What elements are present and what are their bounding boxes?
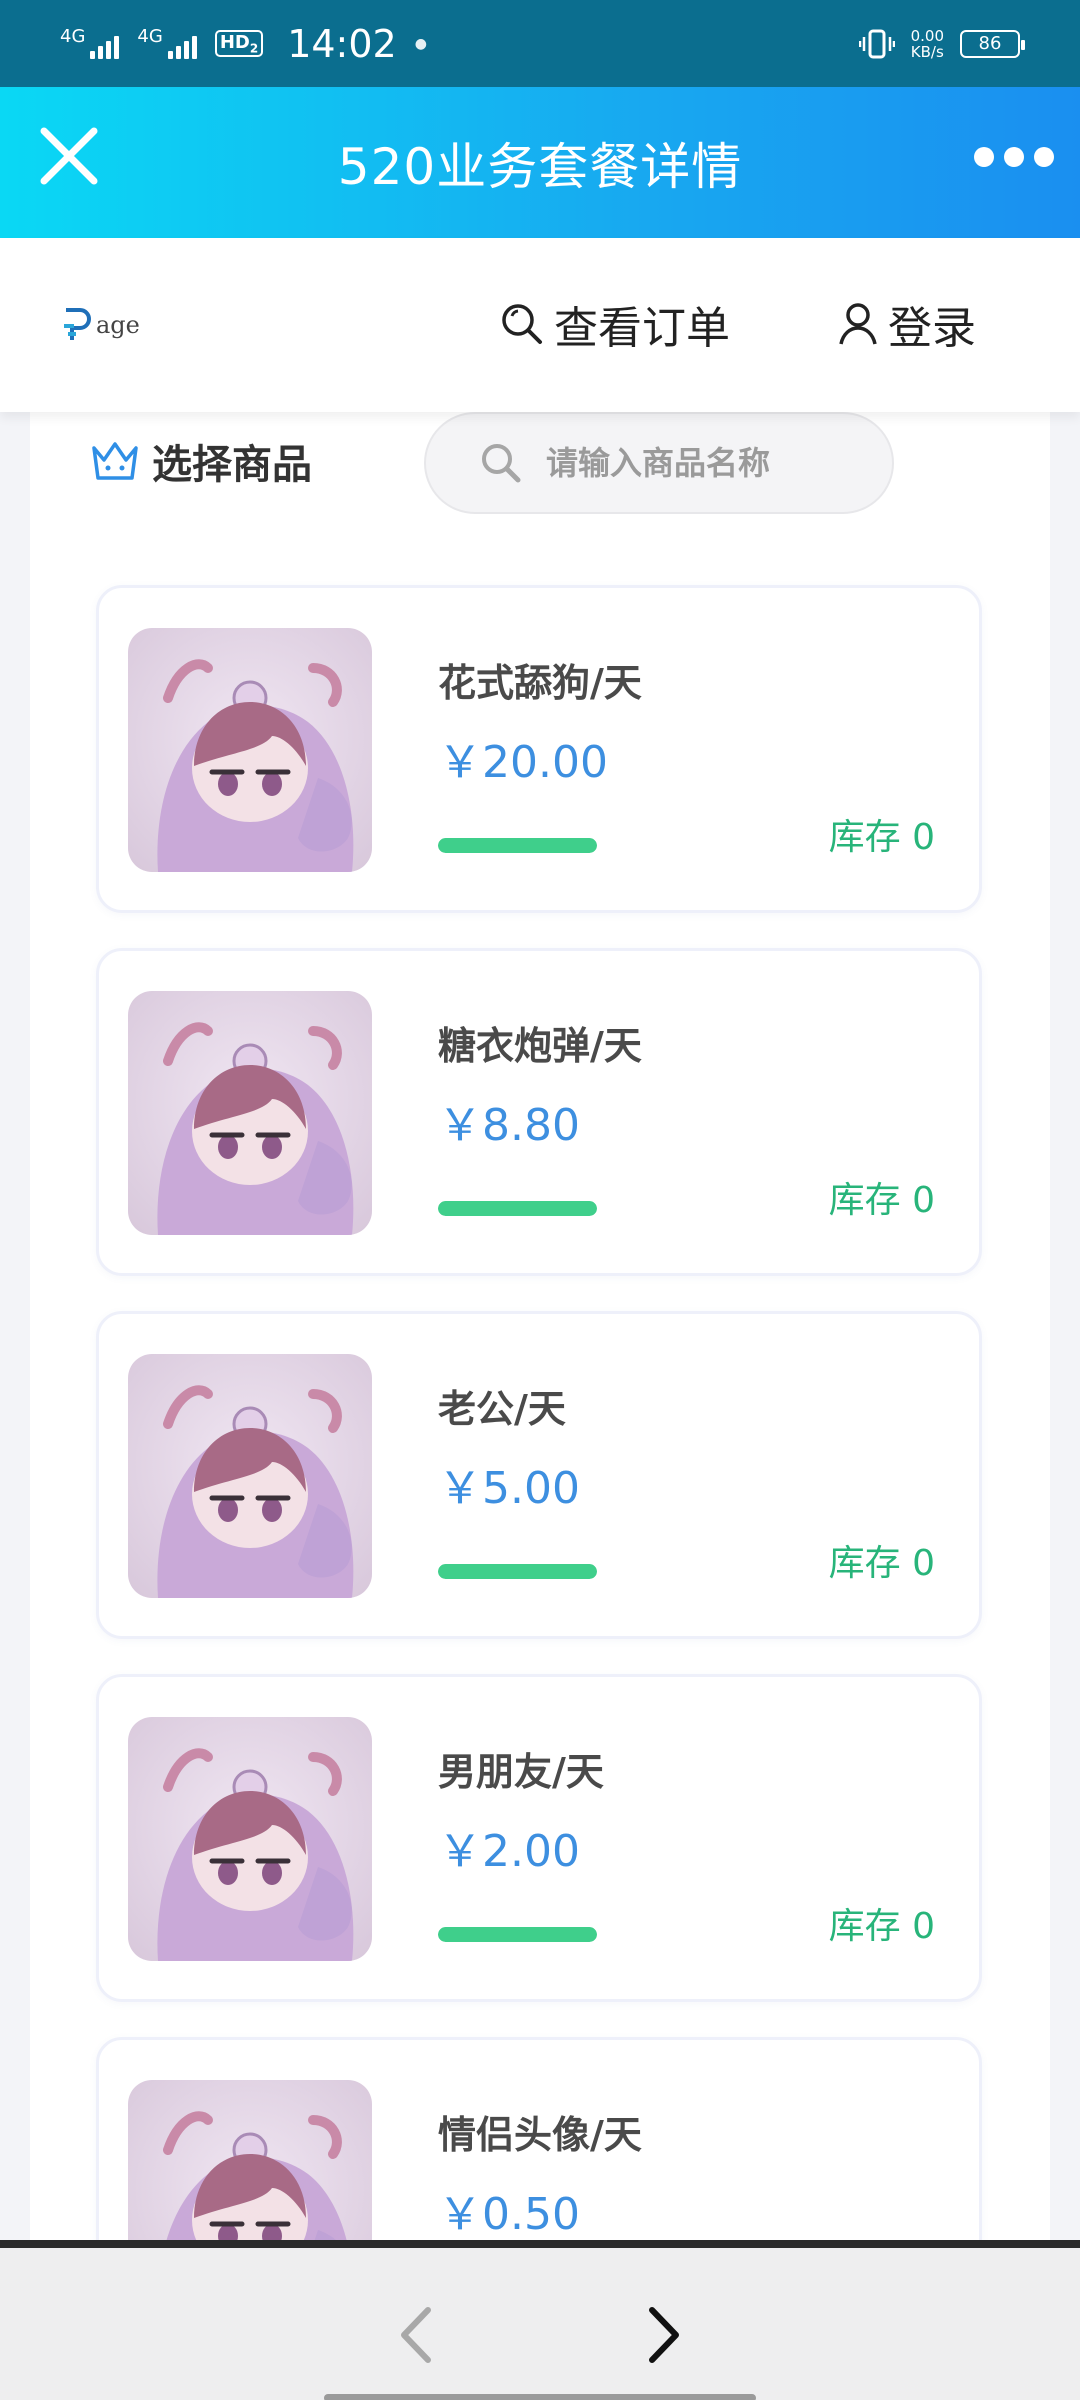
home-indicator[interactable] [324,2394,756,2400]
product-name: 情侣头像/天 [438,2113,642,2157]
product-panel: 选择商品 请输入商品名称 花式舔狗/天 ￥20.00 库存 0 糖衣炮弹/天 ￥… [30,412,1050,2365]
product-image [128,991,372,1235]
chevron-right-icon [649,2307,679,2363]
screen: 4G 4G HD2 14:02 ● 0.00 KB/s 86 520业务套餐详情… [0,0,1080,2400]
product-search[interactable] [424,412,894,514]
product-list: 花式舔狗/天 ￥20.00 库存 0 糖衣炮弹/天 ￥8.80 库存 0 老公/… [96,585,982,2400]
product-price: ￥20.00 [438,737,608,788]
product-price: ￥0.50 [438,2189,580,2240]
clock: 14:02 [287,21,397,66]
view-orders-label: 查看订单 [554,303,730,354]
product-name: 老公/天 [438,1387,566,1431]
product-card[interactable]: 糖衣炮弹/天 ￥8.80 库存 0 [96,948,982,1276]
product-name: 花式舔狗/天 [438,661,642,705]
login-link[interactable]: 登录 [838,292,976,356]
logo[interactable]: age [62,306,140,344]
section-header: 选择商品 [90,432,312,490]
close-button[interactable] [38,125,100,187]
hd-voice-icon: HD2 [214,29,264,58]
battery-icon: 86 [960,29,1025,58]
signal-icon: 4G [60,25,120,59]
product-image [128,1354,372,1598]
more-icon [974,147,1054,167]
stock-bar [438,1564,597,1579]
notification-dot-icon: ● [414,35,427,52]
network-type: 4G [137,25,163,47]
view-orders-link[interactable]: 查看订单 [500,292,730,356]
status-bar: 4G 4G HD2 14:02 ● 0.00 KB/s 86 [0,0,1080,87]
forward-button[interactable] [640,2300,690,2370]
logo-icon [64,308,91,340]
battery-level: 86 [978,33,1002,54]
stock-bar-fill [438,1927,597,1942]
stock-bar [438,838,597,853]
network-speed: 0.00 KB/s [910,26,944,61]
vibrate-icon [858,29,895,58]
product-price: ￥5.00 [438,1463,580,1514]
stock-bar-fill [438,1201,597,1216]
product-image [128,1717,372,1961]
search-input[interactable] [546,444,846,482]
stock-bar [438,1927,597,1942]
logo-text: age [96,311,140,339]
signal-icon: 4G [137,25,197,59]
product-price: ￥2.00 [438,1826,580,1877]
product-card[interactable]: 花式舔狗/天 ￥20.00 库存 0 [96,585,982,913]
crown-icon [92,442,138,480]
stock-label: 库存 0 [828,1180,935,1221]
stock-label: 库存 0 [828,1543,935,1584]
top-nav: age 查看订单 登录 [0,238,1080,412]
product-image [128,628,372,872]
stock-label: 库存 0 [828,817,935,858]
close-icon [40,127,98,185]
browser-toolbar [0,2240,1080,2400]
search-icon [482,444,521,483]
stock-bar-fill [438,838,597,853]
product-name: 男朋友/天 [438,1750,604,1794]
search-icon [502,304,542,344]
product-price: ￥8.80 [438,1100,580,1151]
page-title: 520业务套餐详情 [337,137,743,196]
user-icon [839,303,877,345]
more-button[interactable] [974,147,1054,167]
section-title: 选择商品 [152,442,312,488]
product-card[interactable]: 老公/天 ￥5.00 库存 0 [96,1311,982,1639]
network-type: 4G [60,25,86,47]
back-button[interactable] [390,2300,440,2370]
stock-bar [438,1201,597,1216]
chevron-left-icon [401,2307,431,2363]
stock-bar-fill [438,1564,597,1579]
login-label: 登录 [888,303,976,354]
product-card[interactable]: 男朋友/天 ￥2.00 库存 0 [96,1674,982,2002]
app-header: 520业务套餐详情 [0,87,1080,238]
product-name: 糖衣炮弹/天 [438,1024,642,1068]
stock-label: 库存 0 [828,1906,935,1947]
